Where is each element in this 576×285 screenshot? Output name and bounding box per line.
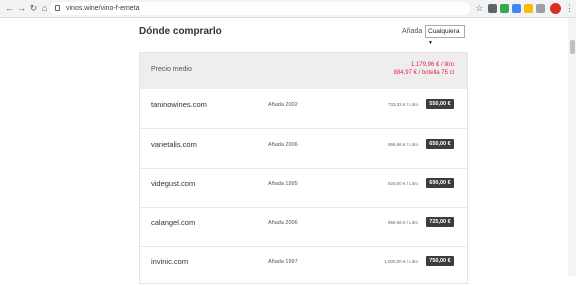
average-price-panel: Precio medio 1.179,96 € / litro 884,97 €… bbox=[140, 53, 467, 89]
back-icon[interactable]: ← bbox=[4, 3, 15, 14]
average-price-per-liter: 1.179,96 € / litro bbox=[410, 62, 454, 68]
home-icon[interactable]: ⌂ bbox=[39, 3, 50, 14]
offer-row: varietalis.com Añada 2006 866,66 € / Lit… bbox=[140, 129, 467, 169]
extension-icon[interactable] bbox=[536, 4, 545, 13]
extension-icon[interactable] bbox=[488, 4, 497, 13]
offer-price-per-liter: 733,33 € / Litro bbox=[387, 102, 418, 107]
address-bar[interactable]: vinos.wine/vino-f-emeta bbox=[50, 2, 470, 15]
browser-toolbar: ← → ↻ ⌂ vinos.wine/vino-f-emeta ☆ ⋮ bbox=[0, 0, 576, 18]
extension-icon[interactable] bbox=[500, 4, 509, 13]
offer-price-per-liter: 920,00 € / Litro bbox=[387, 181, 418, 186]
menu-kebab-icon[interactable]: ⋮ bbox=[565, 3, 574, 14]
forward-icon[interactable]: → bbox=[16, 3, 27, 14]
offer-vintage: Añada 1997 bbox=[268, 259, 298, 265]
offer-price-button[interactable]: 750,00 € bbox=[426, 256, 454, 266]
extension-icon[interactable] bbox=[524, 4, 533, 13]
offer-row: calangel.com Añada 2006 966,66 € / Litro… bbox=[140, 207, 467, 247]
offer-price-per-liter: 866,66 € / Litro bbox=[387, 142, 418, 147]
vintage-label: Añada bbox=[402, 28, 423, 35]
offer-price-button[interactable]: 550,00 € bbox=[426, 99, 454, 109]
store-name[interactable]: taninowines.com bbox=[151, 100, 207, 109]
store-name[interactable]: calangel.com bbox=[151, 218, 195, 227]
url-text: vinos.wine/vino-f-emeta bbox=[66, 5, 140, 12]
scrollbar-thumb[interactable] bbox=[570, 40, 575, 54]
store-name[interactable]: varietalis.com bbox=[151, 140, 197, 149]
vintage-select[interactable]: Cualquiera ▼ bbox=[425, 25, 465, 46]
lock-icon bbox=[55, 5, 60, 11]
offers-card: Precio medio 1.179,96 € / litro 884,97 €… bbox=[139, 52, 468, 284]
star-icon[interactable]: ☆ bbox=[474, 3, 485, 14]
offer-vintage: Añada 2006 bbox=[268, 220, 298, 226]
offer-row: invinic.com Añada 1997 1.000,00 € / Litr… bbox=[140, 246, 467, 285]
profile-avatar[interactable] bbox=[550, 3, 561, 14]
offer-vintage: Añada 2006 bbox=[268, 142, 298, 148]
scrollbar-track[interactable] bbox=[568, 18, 576, 276]
offer-vintage: Añada 1995 bbox=[268, 181, 298, 187]
offer-row: taninowines.com Añada 2002 733,33 € / Li… bbox=[140, 89, 467, 129]
caret-down-icon: ▼ bbox=[428, 40, 433, 46]
offer-price-per-liter: 966,66 € / Litro bbox=[387, 220, 418, 225]
store-name[interactable]: invinic.com bbox=[151, 257, 188, 266]
offer-price-button[interactable]: 725,00 € bbox=[426, 217, 454, 227]
offer-price-per-liter: 1.000,00 € / Litro bbox=[384, 259, 418, 264]
average-price-per-bottle: 884,97 € / botella 75 cl bbox=[393, 70, 454, 76]
offer-vintage: Añada 2002 bbox=[268, 102, 298, 108]
average-price-label: Precio medio bbox=[151, 66, 192, 73]
section-title: Dónde comprarlo bbox=[139, 26, 222, 37]
extension-icon[interactable] bbox=[512, 4, 521, 13]
vintage-selected-value: Cualquiera bbox=[428, 28, 460, 35]
store-name[interactable]: videgust.com bbox=[151, 179, 195, 188]
offer-row: videgust.com Añada 1995 920,00 € / Litro… bbox=[140, 168, 467, 208]
offer-price-button[interactable]: 690,00 € bbox=[426, 178, 454, 188]
reload-icon[interactable]: ↻ bbox=[28, 3, 39, 14]
offer-price-button[interactable]: 650,00 € bbox=[426, 139, 454, 149]
